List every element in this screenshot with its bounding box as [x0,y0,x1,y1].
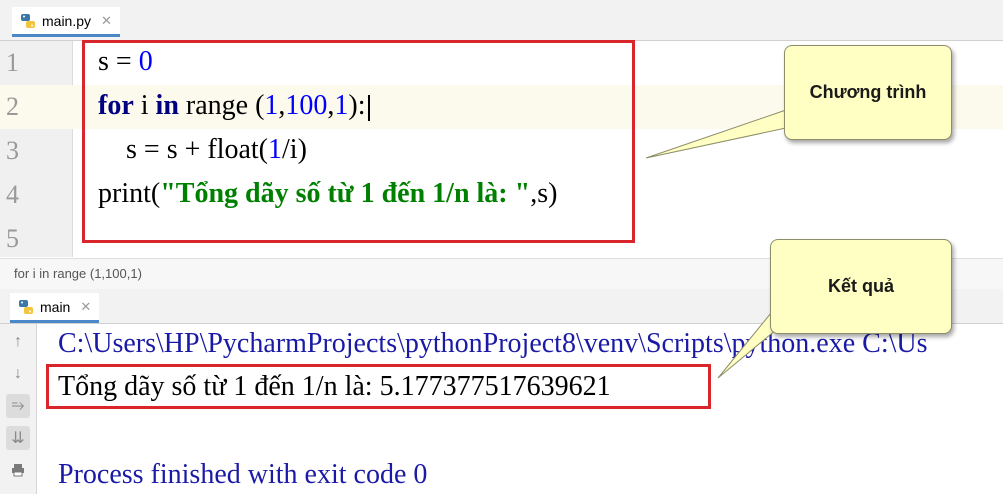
callout-program: Chương trình [784,45,952,140]
callout-result-label: Kết quả [827,276,894,296]
callout-result: Kết quả [770,239,952,334]
callout-program-label: Chương trình [809,82,927,102]
